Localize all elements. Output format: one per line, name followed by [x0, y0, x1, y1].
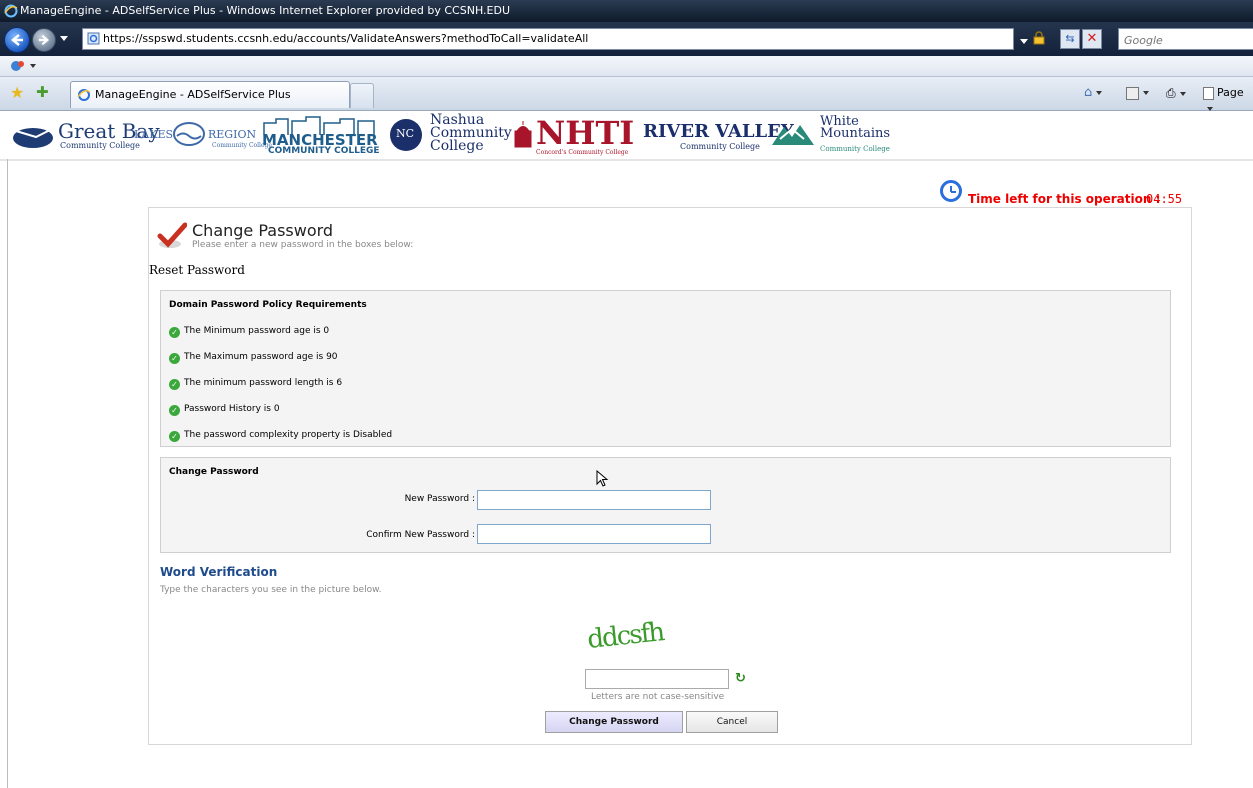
add-favorites-icon[interactable]: ✚ [36, 83, 49, 101]
lakes-region-waves-icon [173, 122, 205, 146]
stop-icon[interactable]: ✕ [1082, 29, 1102, 49]
cancel-button[interactable]: Cancel [686, 711, 778, 733]
captcha-image: ddcsfh [586, 617, 667, 655]
tab-title: ManageEngine - ADSelfService Plus [95, 88, 291, 101]
check-circle-icon: ✓ [169, 379, 180, 390]
page-menu-icon [1203, 86, 1214, 100]
favorites-star-icon[interactable]: ★ [10, 83, 24, 102]
logo-white-sub: Community College [820, 145, 890, 153]
refresh-captcha-icon[interactable]: ↻ [735, 671, 746, 686]
logo-nhti: NHTI [536, 114, 635, 152]
window-titlebar: ManageEngine - ADSelfService Plus - Wind… [0, 0, 1253, 22]
policy-item: ✓ The Minimum password age is 0 [169, 326, 329, 338]
print-icon: ⎙ [1166, 86, 1176, 100]
logo-nashua: Nashua Community College [430, 113, 512, 154]
logo-great-bay-sub: Community College [60, 141, 140, 150]
history-dropdown-icon[interactable] [60, 36, 68, 41]
logo-manchester-sub: COMMUNITY COLLEGE [268, 146, 380, 156]
links-icon[interactable] [10, 59, 26, 73]
url-input[interactable] [103, 29, 1003, 47]
logo-lakes: LAKES [134, 128, 174, 141]
policy-title: Domain Password Policy Requirements [169, 300, 367, 310]
change-password-box: Change Password New Password : Confirm N… [160, 457, 1171, 553]
checkmark-icon [157, 222, 187, 248]
home-icon: ⌂ [1084, 85, 1093, 100]
logo-nhti-sub: Concord's Community College [536, 149, 629, 156]
operation-timer: Time left for this operation : 04:55 [940, 180, 1183, 206]
page-menu[interactable]: Page [1203, 85, 1253, 111]
feeds-button[interactable] [1126, 85, 1149, 101]
confirm-password-input[interactable] [477, 524, 711, 544]
back-arrow-icon [11, 34, 23, 46]
change-password-title: Change Password [169, 467, 259, 477]
window-title: ManageEngine - ADSelfService Plus - Wind… [20, 4, 510, 17]
home-button[interactable]: ⌂ [1084, 85, 1103, 101]
new-tab-button[interactable] [350, 83, 374, 108]
word-verification-heading: Word Verification [160, 565, 278, 579]
print-button[interactable]: ⎙ [1166, 85, 1186, 101]
tab-manageengine[interactable]: ManageEngine - ADSelfService Plus [70, 81, 350, 108]
logo-white-mountains: White Mountains [820, 115, 891, 141]
page-icon [87, 32, 100, 45]
timer-value: 04:55 [1146, 192, 1183, 206]
captcha-text: ddcsfh [586, 617, 667, 655]
mouse-cursor-icon [596, 470, 609, 487]
ie-tab-icon [77, 89, 91, 101]
policy-box: Domain Password Policy Requirements ✓ The… [160, 290, 1171, 447]
logo-nashua-initials: NC [396, 127, 415, 140]
check-circle-icon: ✓ [169, 353, 180, 364]
search-box[interactable] [1118, 28, 1253, 50]
check-circle-icon: ✓ [169, 327, 180, 338]
page-subtitle: Please enter a new password in the boxes… [192, 240, 414, 250]
ie-logo-icon [4, 4, 18, 18]
refresh-icon[interactable]: ⇆ [1060, 29, 1080, 49]
tab-bar: ★ ✚ ManageEngine - ADSelfService Plus ⌂ … [0, 77, 1253, 111]
links-bar [0, 56, 1253, 77]
links-dropdown-icon[interactable] [30, 64, 36, 68]
logo-nashua-3: College [430, 138, 484, 154]
address-bar: ⇆ ✕ [0, 22, 1253, 56]
policy-item: ✓ The password complexity property is Dis… [169, 430, 392, 442]
url-dropdown-icon[interactable] [1020, 39, 1028, 44]
timer-label: Time left for this operation : [968, 192, 1161, 206]
word-verification-subtitle: Type the characters you see in the pictu… [160, 585, 382, 595]
policy-item-text: The Maximum password age is 90 [184, 352, 338, 362]
policy-item-text: The password complexity property is Disa… [184, 430, 393, 440]
confirm-password-label: Confirm New Password : [366, 530, 475, 540]
new-password-label: New Password : [404, 494, 475, 504]
back-button[interactable] [4, 27, 30, 53]
policy-item-text: The minimum password length is 6 [184, 378, 343, 388]
page-left-border [7, 159, 8, 788]
policy-item-text: Password History is 0 [184, 404, 280, 414]
lock-icon[interactable] [1032, 31, 1046, 45]
nashua-seal-icon: NC [390, 119, 422, 151]
clock-icon [940, 180, 962, 202]
new-password-input[interactable] [477, 490, 711, 510]
change-password-panel: Change Password Please enter a new passw… [148, 207, 1192, 745]
policy-item-text: The Minimum password age is 0 [184, 326, 330, 336]
reset-password-heading: Reset Password [149, 263, 245, 277]
forward-arrow-icon [38, 34, 50, 46]
policy-item: ✓ The minimum password length is 6 [169, 378, 342, 390]
white-mountains-peaks-icon [772, 125, 814, 145]
college-logos-banner: Great Bay Community College LAKES REGION… [0, 111, 1253, 161]
nhti-capitol-icon [514, 121, 532, 148]
great-bay-bird-icon [13, 128, 53, 148]
check-circle-icon: ✓ [169, 405, 180, 416]
feeds-icon [1126, 86, 1139, 100]
captcha-input[interactable] [585, 669, 729, 689]
page-title: Change Password [192, 221, 334, 240]
logo-river-valley-sub: Community College [680, 142, 760, 151]
search-input[interactable] [1119, 31, 1249, 50]
policy-item: ✓ The Maximum password age is 90 [169, 352, 338, 364]
case-note: Letters are not case-sensitive [591, 692, 725, 702]
url-box[interactable] [82, 28, 1014, 50]
page-menu-label: Page [1217, 86, 1244, 99]
change-password-button[interactable]: Change Password [545, 711, 683, 733]
logo-region: REGION [208, 128, 257, 141]
logo-white-2: Mountains [820, 126, 891, 141]
policy-item: ✓ Password History is 0 [169, 404, 280, 416]
forward-button[interactable] [32, 28, 56, 52]
check-circle-icon: ✓ [169, 431, 180, 442]
